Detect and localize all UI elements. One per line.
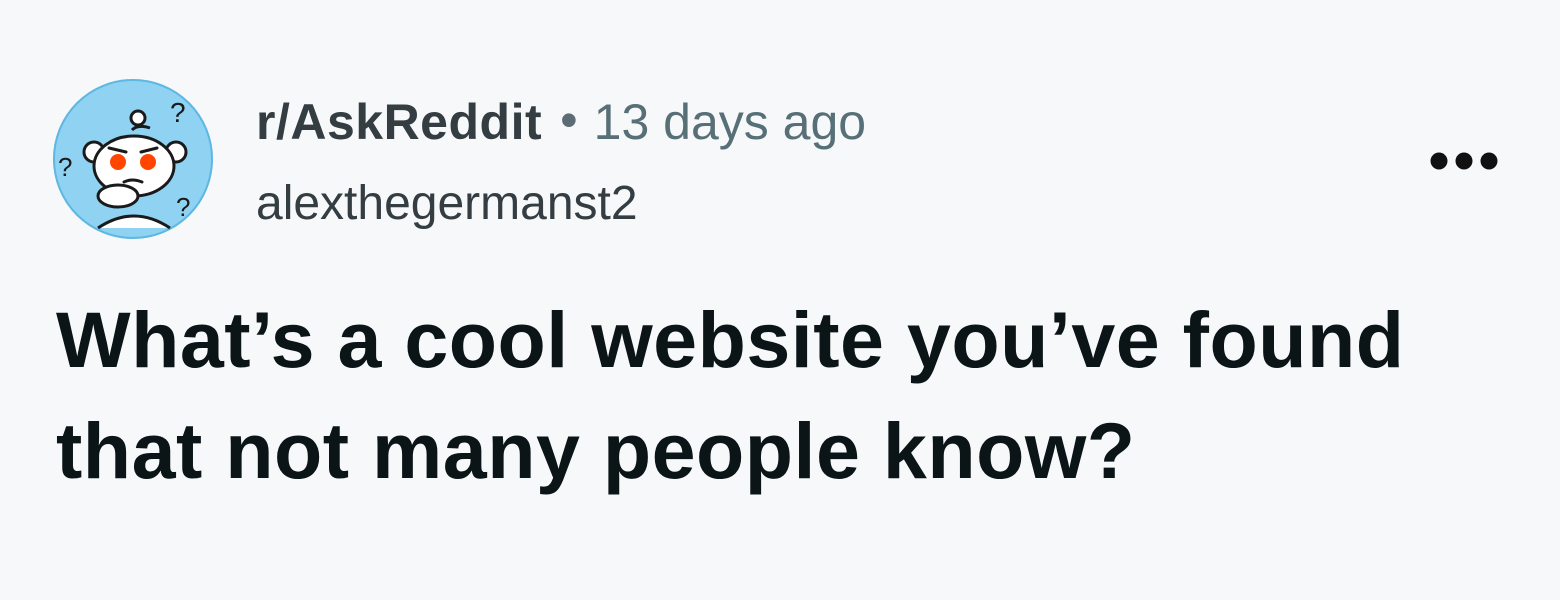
author-username[interactable]: alexthegermanst2 [256,174,638,234]
post-meta: r/AskReddit • 13 days ago [256,92,866,152]
more-options-icon [1430,152,1498,170]
svg-text:?: ? [170,97,186,128]
subreddit-avatar[interactable]: ? ? ? [52,78,214,240]
more-options-button[interactable] [1416,136,1512,186]
post-timestamp: 13 days ago [593,94,867,150]
svg-text:?: ? [176,192,190,222]
post-card: ? ? ? r/AskReddit • 13 days ago alextheg… [0,0,1560,600]
confused-snoo-icon: ? ? ? [53,79,213,239]
meta-separator: • [560,92,578,148]
post-title[interactable]: What’s a cool website you’ve found that … [56,284,1516,506]
subreddit-link[interactable]: r/AskReddit [256,93,542,151]
svg-text:?: ? [58,152,72,182]
